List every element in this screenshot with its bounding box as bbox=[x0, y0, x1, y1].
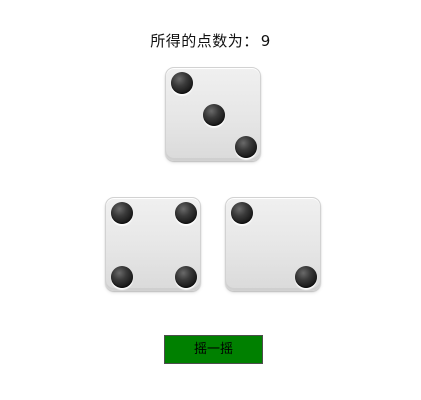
die-pip bbox=[295, 266, 317, 288]
die-bottom-right bbox=[225, 197, 321, 291]
die-top bbox=[165, 67, 261, 161]
shake-button[interactable]: 摇一摇 bbox=[164, 335, 263, 364]
points-result: 所得的点数为： 9 bbox=[0, 31, 421, 51]
die-bottom-left bbox=[105, 197, 201, 291]
die-pip bbox=[175, 202, 197, 224]
die-pip bbox=[111, 202, 133, 224]
die-pip bbox=[175, 266, 197, 288]
die-pip bbox=[171, 72, 193, 94]
die-pip bbox=[235, 136, 257, 158]
die-pip bbox=[203, 104, 225, 126]
die-pip bbox=[111, 266, 133, 288]
die-pip bbox=[231, 202, 253, 224]
points-label: 所得的点数为： bbox=[150, 32, 259, 50]
points-total: 9 bbox=[260, 32, 271, 50]
